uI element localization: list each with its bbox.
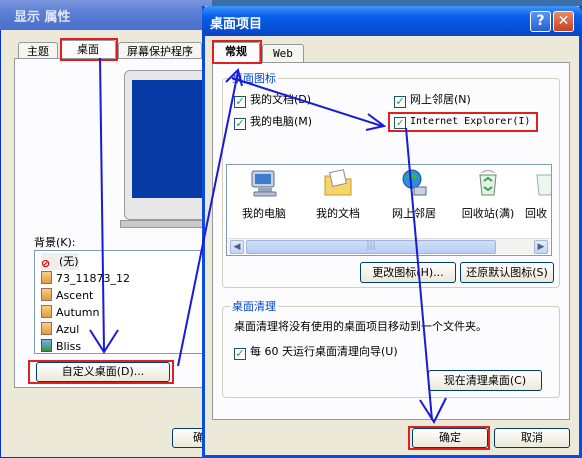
scroll-thumb[interactable]: |||: [246, 240, 496, 254]
icons-horizontal-scrollbar[interactable]: ◀ ||| ▶: [228, 238, 550, 254]
highlight-ie-checkbox: [388, 112, 538, 132]
highlight-general-tab: [212, 40, 262, 64]
highlight-ok-button: [408, 426, 490, 450]
checkmark-icon: ✓: [234, 117, 246, 130]
change-icon-button[interactable]: 更改图标(H)...: [360, 262, 456, 283]
image-file-icon: [41, 339, 52, 352]
run-cleanup-checkbox[interactable]: ✓ 每 60 天运行桌面清理向导(U): [234, 344, 398, 360]
list-item[interactable]: 73_11873_12: [41, 270, 130, 287]
restore-default-button[interactable]: 还原默认图标(S): [460, 262, 554, 283]
list-item[interactable]: Azul: [41, 321, 79, 338]
icon-network-places[interactable]: 网上邻居: [377, 167, 451, 221]
clean-desktop-now-button[interactable]: 现在清理桌面(C): [428, 370, 542, 391]
checkmark-icon: ✓: [394, 95, 406, 108]
background-list[interactable]: ⊘ (无) 73_11873_12 Ascent Autumn Azul Blis…: [34, 250, 212, 354]
recycle-bin-icon: [536, 174, 551, 196]
cancel-button[interactable]: 取消: [494, 428, 570, 448]
my-documents-checkbox[interactable]: ✓ 我的文档(D): [234, 92, 311, 108]
my-computer-checkbox[interactable]: ✓ 我的电脑(M): [234, 114, 312, 130]
checkmark-icon: ✓: [234, 347, 246, 360]
none-icon: ⊘: [41, 257, 51, 270]
image-file-icon: [41, 288, 52, 301]
highlight-customize-button: [28, 360, 174, 384]
list-item[interactable]: ⊘ (无): [41, 253, 79, 270]
icon-recycle-bin-partial[interactable]: 回收: [525, 167, 551, 221]
computer-icon: [251, 170, 277, 197]
desktop-icons-group-title: 桌面图标: [230, 70, 278, 86]
desktop-cleanup-group-title: 桌面清理: [230, 298, 278, 314]
display-properties-titlebar[interactable]: 显示 属性: [0, 0, 212, 30]
monitor-preview: [110, 70, 214, 230]
image-file-icon: [41, 271, 52, 284]
image-file-icon: [41, 322, 52, 335]
cleanup-description: 桌面清理将没有使用的桌面项目移动到一个文件夹。: [234, 320, 487, 333]
image-file-icon: [41, 305, 52, 318]
background-label: 背景(K):: [34, 236, 76, 249]
folder-icon: [324, 169, 352, 196]
list-item[interactable]: Autumn: [41, 304, 99, 321]
list-item[interactable]: Ascent: [41, 287, 93, 304]
dialog-titlebar[interactable]: 桌面项目 ? ✕: [202, 6, 582, 36]
list-item[interactable]: Bliss: [41, 338, 81, 355]
window-title: 显示 属性: [14, 10, 71, 25]
scroll-left-icon[interactable]: ◀: [230, 240, 244, 254]
icon-recycle-bin[interactable]: 回收站(满): [451, 167, 525, 221]
recycle-bin-icon: [479, 170, 497, 196]
network-places-checkbox[interactable]: ✓ 网上邻居(N): [394, 92, 471, 108]
dialog-title: 桌面项目: [210, 17, 263, 32]
network-icon: [402, 169, 427, 196]
highlight-desktop-tab: [60, 38, 118, 61]
help-button[interactable]: ?: [530, 11, 551, 32]
scroll-right-icon[interactable]: ▶: [534, 240, 548, 254]
icon-my-documents[interactable]: 我的文档: [301, 167, 375, 221]
checkmark-icon: ✓: [234, 95, 246, 108]
close-button[interactable]: ✕: [553, 11, 574, 32]
tab-web[interactable]: Web: [262, 44, 304, 63]
icon-my-computer[interactable]: 我的电脑: [227, 167, 301, 221]
